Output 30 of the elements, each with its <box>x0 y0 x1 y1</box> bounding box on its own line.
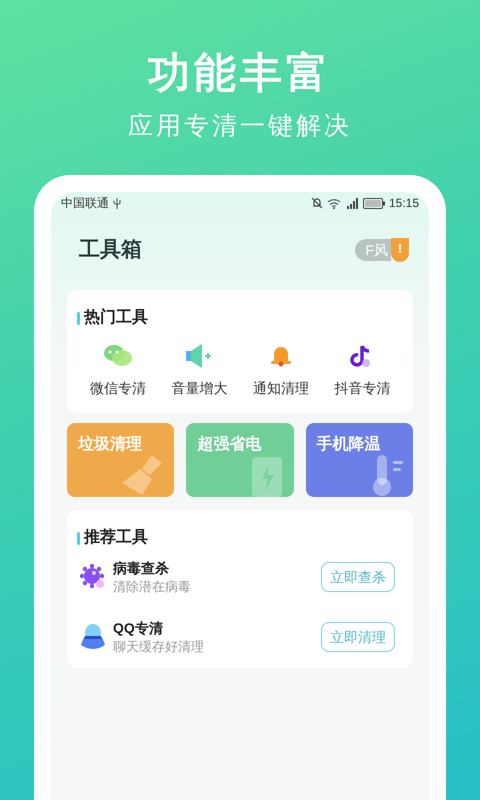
feature-card[interactable]: 垃圾清理 <box>67 423 174 497</box>
tool-name: QQ专清 <box>113 619 164 638</box>
wifi-icon <box>326 198 341 208</box>
section-title: 推荐工具 <box>84 528 148 548</box>
tool-description: 清除潜在病毒 <box>113 578 192 596</box>
page-title: 工具箱 <box>79 237 142 264</box>
tool-shortcut[interactable]: 抖音专清 <box>322 342 403 399</box>
headline-subtitle: 应用专清一键解决 <box>128 114 352 139</box>
section-accent-bar <box>77 312 80 324</box>
clock-time: 15:15 <box>388 195 419 212</box>
battery-status-icon <box>362 198 385 208</box>
mute-icon <box>310 197 323 209</box>
tool-description: 聊天缓存好清理 <box>113 638 205 656</box>
feature-card[interactable]: 手机降温 <box>306 423 413 497</box>
action-button[interactable]: 立即清理 <box>321 622 395 652</box>
action-button[interactable]: 立即查杀 <box>321 562 395 592</box>
usb-icon <box>113 198 121 208</box>
tool-name: 病毒查杀 <box>113 559 170 578</box>
virus-icon <box>80 564 106 590</box>
warning-badge: ! <box>391 238 409 262</box>
carrier-label: 中国联通 <box>61 195 109 212</box>
section-accent-bar <box>77 532 80 544</box>
tool-shortcut[interactable]: 音量增大 <box>158 342 240 399</box>
section-title: 热门工具 <box>84 307 148 328</box>
headline-title: 功能丰富 <box>148 52 332 94</box>
signal-icon <box>344 198 359 208</box>
tool-shortcut[interactable]: 通知清理 <box>240 342 322 399</box>
feature-card[interactable]: 超强省电 <box>186 423 294 497</box>
chat-bubbles-icon <box>102 343 133 369</box>
tool-shortcut[interactable]: 微信专清 <box>77 342 158 399</box>
